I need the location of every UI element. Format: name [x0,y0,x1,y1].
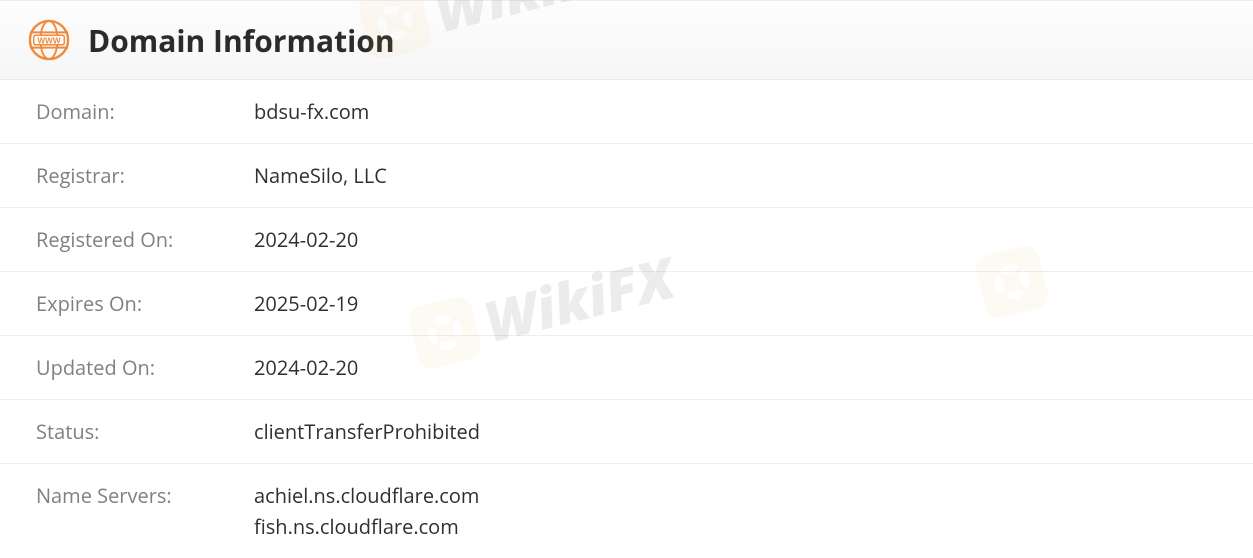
table-row: Status: clientTransferProhibited [0,400,1253,464]
row-value: achiel.ns.cloudflare.com fish.ns.cloudfl… [254,480,479,542]
row-label: Updated On: [36,352,254,383]
row-label: Domain: [36,96,254,127]
page-title: Domain Information [88,20,395,61]
table-row: Expires On: 2025-02-19 [0,272,1253,336]
row-label: Status: [36,416,254,447]
row-value: 2025-02-19 [254,288,358,319]
row-label: Expires On: [36,288,254,319]
table-row: Domain: bdsu-fx.com [0,80,1253,144]
row-value: NameSilo, LLC [254,160,387,191]
row-value: 2024-02-20 [254,224,358,255]
row-label: Name Servers: [36,480,254,511]
table-row: Name Servers: achiel.ns.cloudflare.com f… [0,464,1253,558]
section-header: WWW Domain Information [0,0,1253,80]
row-value: 2024-02-20 [254,352,358,383]
info-table: Domain: bdsu-fx.com Registrar: NameSilo,… [0,80,1253,558]
row-value: clientTransferProhibited [254,416,480,447]
table-row: Registrar: NameSilo, LLC [0,144,1253,208]
www-globe-icon: WWW [28,19,70,61]
table-row: Updated On: 2024-02-20 [0,336,1253,400]
www-icon-label: WWW [38,36,61,45]
row-label: Registered On: [36,224,254,255]
row-value: bdsu-fx.com [254,96,369,127]
table-row: Registered On: 2024-02-20 [0,208,1253,272]
row-label: Registrar: [36,160,254,191]
